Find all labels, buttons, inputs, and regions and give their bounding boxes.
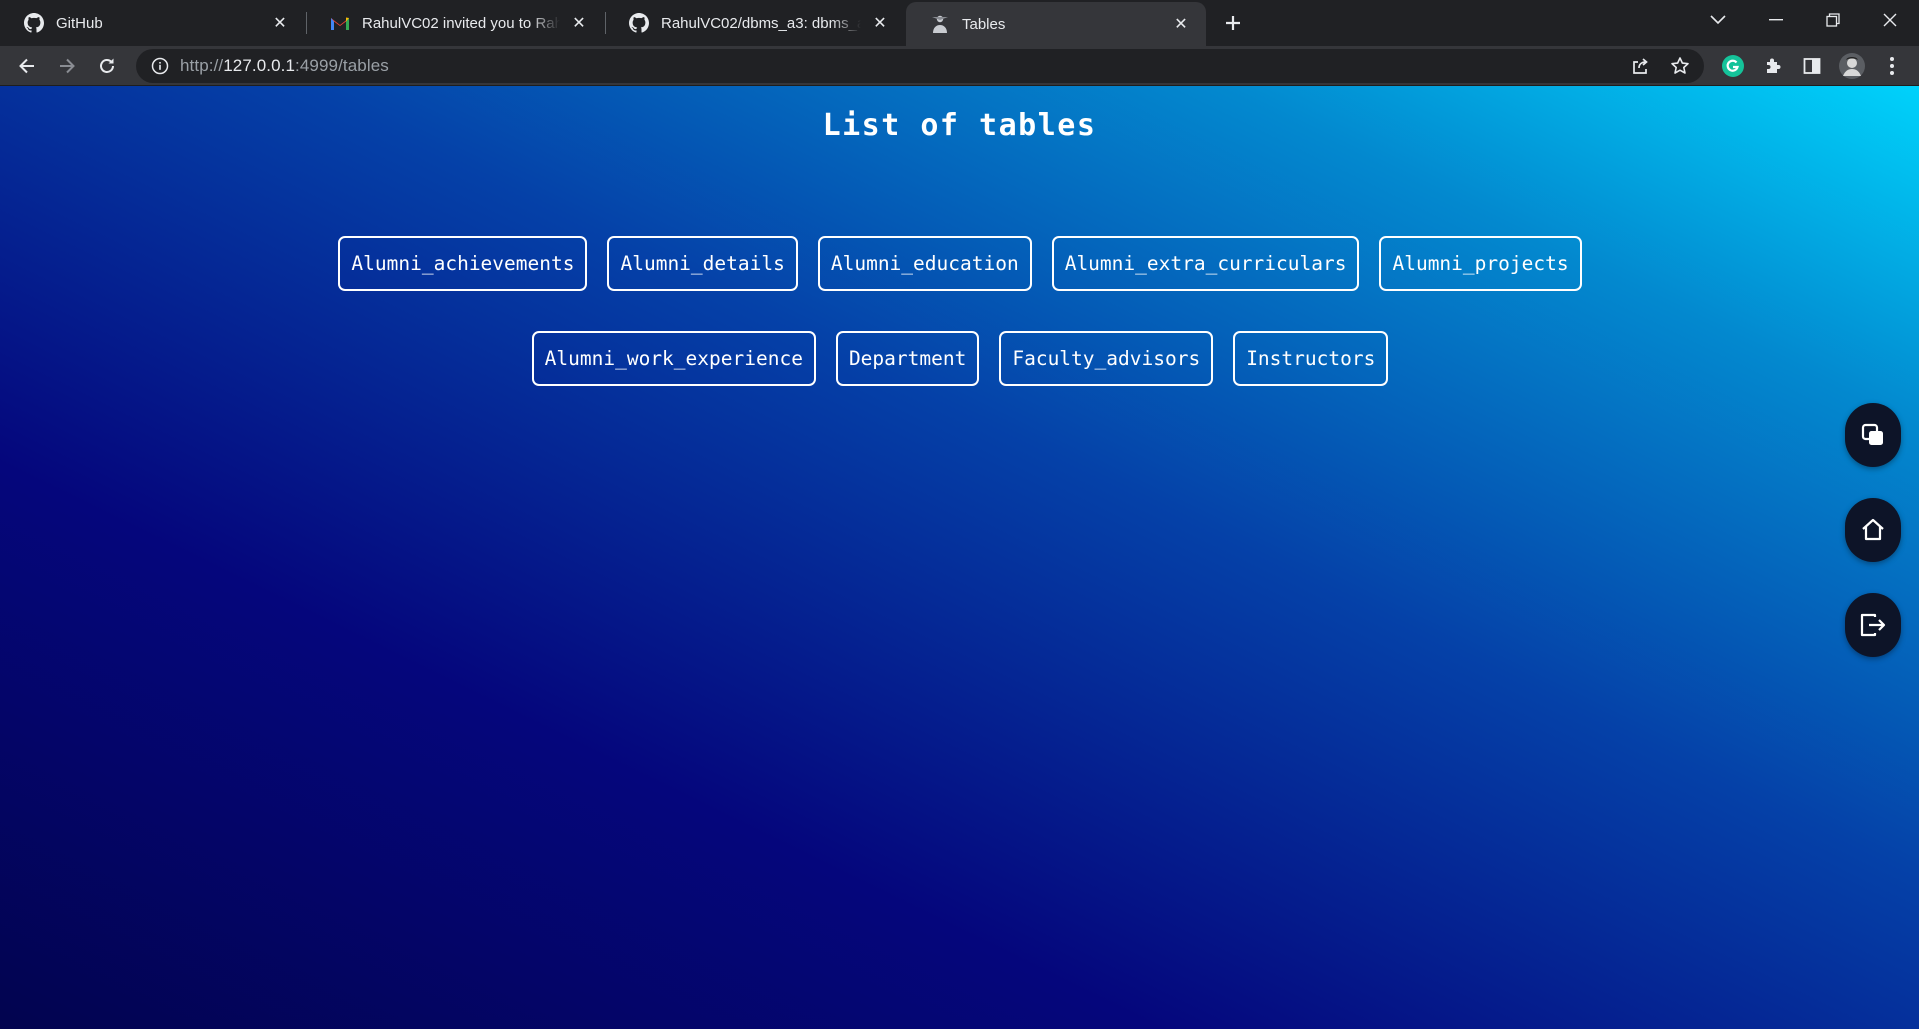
profile-avatar[interactable]: [1837, 51, 1867, 81]
page-title: List of tables: [822, 108, 1097, 143]
close-icon[interactable]: ✕: [568, 12, 590, 34]
copy-button[interactable]: [1845, 403, 1901, 467]
home-button[interactable]: [1845, 498, 1901, 562]
minimize-icon: [1769, 19, 1783, 21]
close-icon[interactable]: ✕: [269, 12, 291, 34]
forward-button[interactable]: [51, 50, 83, 82]
close-icon[interactable]: ✕: [869, 12, 891, 34]
tab-title: GitHub: [56, 14, 103, 32]
table-link-instructors[interactable]: Instructors: [1233, 331, 1389, 386]
grammarly-icon: [1722, 55, 1744, 77]
table-link-alumni-extra-curriculars[interactable]: Alumni_extra_curriculars: [1051, 236, 1360, 291]
table-link-alumni-projects[interactable]: Alumni_projects: [1379, 236, 1582, 291]
bookmark-button[interactable]: [1664, 50, 1696, 82]
side-panel-button[interactable]: [1797, 51, 1827, 81]
browser-toolbar: http://127.0.0.1:4999/tables: [0, 46, 1919, 86]
table-link-alumni-details[interactable]: Alumni_details: [607, 236, 798, 291]
tab-github-repo[interactable]: RahulVC02/dbms_a3: dbms_a3 repo ✕: [605, 0, 905, 46]
table-link-alumni-work-experience[interactable]: Alumni_work_experience: [531, 331, 816, 386]
tab-strip: GitHub ✕ RahulVC02 invited you to RahulV…: [0, 0, 1919, 46]
grammarly-extension[interactable]: [1718, 51, 1748, 81]
logout-icon: [1860, 613, 1886, 637]
logout-button[interactable]: [1845, 593, 1901, 657]
close-icon[interactable]: ✕: [1170, 13, 1192, 35]
tab-title: RahulVC02 invited you to RahulVC02: [362, 14, 560, 32]
page-viewport: List of tables Alumni_achievements Alumn…: [0, 86, 1919, 1029]
url-host: 127.0.0.1: [223, 56, 296, 75]
url-scheme: http://: [180, 56, 224, 75]
home-icon: [1862, 518, 1884, 541]
table-link-faculty-advisors[interactable]: Faculty_advisors: [999, 331, 1214, 386]
copy-icon: [1861, 423, 1883, 445]
gmail-icon: [330, 13, 350, 33]
share-button[interactable]: [1624, 50, 1656, 82]
tab-search-button[interactable]: [1690, 0, 1746, 40]
tab-github[interactable]: GitHub ✕: [0, 0, 305, 46]
close-icon: [1883, 13, 1897, 27]
kebab-menu-icon: [1890, 57, 1894, 75]
new-tab-button[interactable]: [1218, 8, 1248, 38]
arrow-left-icon: [19, 58, 34, 74]
chevron-down-icon: [1710, 15, 1726, 25]
tab-title: RahulVC02/dbms_a3: dbms_a3 repo: [661, 14, 861, 32]
puzzle-icon: [1767, 58, 1781, 73]
arrow-right-icon: [60, 58, 75, 74]
tab-gmail[interactable]: RahulVC02 invited you to RahulVC02 ✕: [306, 0, 604, 46]
reload-icon: [100, 58, 114, 73]
minimize-button[interactable]: [1748, 0, 1804, 40]
app-favicon-icon: [930, 14, 950, 34]
url-text: http://127.0.0.1:4999/tables: [180, 56, 389, 76]
restore-button[interactable]: [1805, 0, 1861, 40]
table-link-department[interactable]: Department: [835, 331, 980, 386]
github-icon: [629, 13, 649, 33]
url-path: :4999/tables: [295, 56, 389, 75]
close-window-button[interactable]: [1862, 0, 1918, 40]
tab-tables[interactable]: Tables ✕: [906, 2, 1206, 46]
share-icon: [1633, 58, 1648, 74]
avatar-icon: [1839, 53, 1865, 79]
star-icon: [1671, 57, 1689, 74]
restore-icon: [1826, 13, 1840, 27]
table-link-alumni-achievements[interactable]: Alumni_achievements: [338, 236, 588, 291]
info-icon[interactable]: [150, 56, 170, 76]
tables-list: Alumni_achievements Alumni_details Alumn…: [300, 236, 1620, 386]
table-link-alumni-education[interactable]: Alumni_education: [817, 236, 1032, 291]
address-bar[interactable]: http://127.0.0.1:4999/tables: [136, 49, 1704, 83]
back-button[interactable]: [11, 50, 43, 82]
extensions-button[interactable]: [1758, 51, 1788, 81]
reload-button[interactable]: [91, 50, 123, 82]
side-panel-icon: [1803, 58, 1821, 74]
tab-title: Tables: [962, 15, 1006, 33]
github-icon: [24, 13, 44, 33]
browser-menu-button[interactable]: [1877, 51, 1907, 81]
